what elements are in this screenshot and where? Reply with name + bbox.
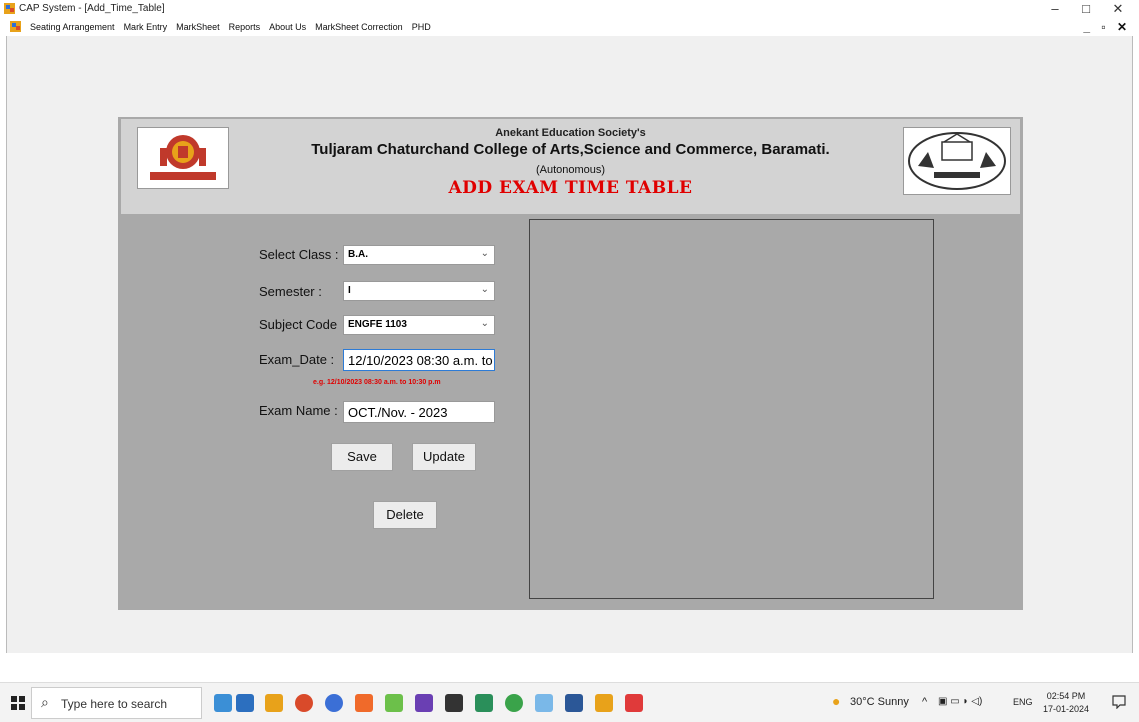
- app-icon-2[interactable]: [535, 694, 553, 712]
- subject-code-value: ENGFE 1103: [348, 319, 407, 330]
- window-titlebar: CAP System - [Add_Time_Table] – □ ✕: [0, 0, 1139, 18]
- college-name: Tuljaram Chaturchand College of Arts,Sci…: [311, 141, 830, 158]
- file-explorer-icon[interactable]: [214, 694, 232, 712]
- winforms-icon[interactable]: [595, 694, 613, 712]
- chevron-down-icon: ⌄: [480, 248, 489, 259]
- menu-seating-arrangement[interactable]: Seating Arrangement: [30, 22, 115, 32]
- menu-marksheet[interactable]: MarkSheet: [176, 22, 220, 32]
- menu-marksheet-correction[interactable]: MarkSheet Correction: [315, 22, 403, 32]
- delete-button[interactable]: Delete: [373, 501, 437, 529]
- mdi-window-controls[interactable]: _ ▫ ✕: [1083, 20, 1131, 34]
- window-title: CAP System - [Add_Time_Table]: [19, 3, 165, 14]
- update-button[interactable]: Update: [412, 443, 476, 471]
- chrome-icon[interactable]: [295, 694, 313, 712]
- pycharm-icon[interactable]: [475, 694, 493, 712]
- visual-studio-icon[interactable]: [415, 694, 433, 712]
- tray-chevron-up-icon[interactable]: ^: [922, 696, 927, 708]
- minimize-button[interactable]: –: [1040, 0, 1070, 18]
- semester-value: I: [348, 285, 351, 296]
- menu-mark-entry[interactable]: Mark Entry: [124, 22, 168, 32]
- select-class-dropdown[interactable]: B.A. ⌄: [343, 245, 495, 265]
- tray-status-icons[interactable]: ▣ ▭ ◗ ◁): [938, 696, 982, 707]
- child-window-icon: [10, 21, 21, 32]
- subject-code-dropdown[interactable]: ENGFE 1103 ⌄: [343, 315, 495, 335]
- society-name: Anekant Education Society's: [495, 127, 646, 139]
- search-placeholder: Type here to search: [61, 697, 168, 711]
- search-icon: ⌕: [41, 694, 49, 710]
- subject-code-label: Subject Code: [259, 317, 338, 332]
- menu-reports[interactable]: Reports: [229, 22, 261, 32]
- app-icon[interactable]: [385, 694, 403, 712]
- menu-about-us[interactable]: About Us: [269, 22, 306, 32]
- taskbar-clock[interactable]: 02:54 PM 17-01-2024: [1043, 690, 1089, 716]
- exam-name-input[interactable]: OCT./Nov. - 2023: [343, 401, 495, 423]
- language-indicator[interactable]: ENG: [1013, 697, 1033, 707]
- maximize-button[interactable]: □: [1071, 0, 1101, 18]
- semester-dropdown[interactable]: I ⌄: [343, 281, 495, 301]
- windows-start-icon[interactable]: [11, 696, 25, 710]
- taskbar-search[interactable]: ⌕ Type here to search: [31, 687, 202, 719]
- save-button[interactable]: Save: [331, 443, 393, 471]
- weather-text[interactable]: 30°C Sunny: [850, 696, 909, 708]
- chevron-down-icon: ⌄: [480, 284, 489, 295]
- notes-icon[interactable]: [445, 694, 463, 712]
- exam-date-hint: e.g. 12/10/2023 08:30 a.m. to 10:30 p.m: [313, 379, 441, 386]
- notification-icon[interactable]: [1112, 695, 1126, 709]
- page-title: ADD EXAM TIME TABLE: [448, 178, 693, 198]
- exam-name-label: Exam Name :: [259, 403, 338, 418]
- whatsapp-icon[interactable]: [505, 694, 523, 712]
- college-header: Anekant Education Society's Tuljaram Cha…: [121, 119, 1020, 214]
- clock-date: 17-01-2024: [1043, 704, 1090, 714]
- autonomous-label: (Autonomous): [535, 164, 606, 176]
- anydesk-icon[interactable]: [625, 694, 643, 712]
- exam-date-input[interactable]: 12/10/2023 08:30 a.m. to: [343, 349, 495, 371]
- clock-time: 02:54 PM: [1046, 691, 1086, 701]
- semester-label: Semester :: [259, 284, 322, 299]
- chevron-down-icon: ⌄: [480, 318, 489, 329]
- store-icon[interactable]: [265, 694, 283, 712]
- exam-date-label: Exam_Date :: [259, 352, 335, 367]
- word-icon[interactable]: [565, 694, 583, 712]
- app-icon: [4, 3, 15, 14]
- select-class-label: Select Class :: [259, 247, 339, 262]
- menu-bar: Seating Arrangement Mark Entry MarkSheet…: [0, 18, 1139, 36]
- timetable-grid[interactable]: [529, 219, 934, 599]
- close-button[interactable]: ✕: [1103, 0, 1133, 18]
- university-emblem: [903, 127, 1011, 195]
- windows-taskbar: ⌕ Type here to search ● 30°C Sunny ^ ▣ ▭…: [0, 682, 1139, 722]
- weather-icon: ●: [832, 693, 841, 709]
- people-icon[interactable]: [236, 694, 254, 712]
- select-class-value: B.A.: [348, 249, 368, 260]
- menu-phd[interactable]: PHD: [412, 22, 431, 32]
- firefox-icon[interactable]: [325, 694, 343, 712]
- brave-icon[interactable]: [355, 694, 373, 712]
